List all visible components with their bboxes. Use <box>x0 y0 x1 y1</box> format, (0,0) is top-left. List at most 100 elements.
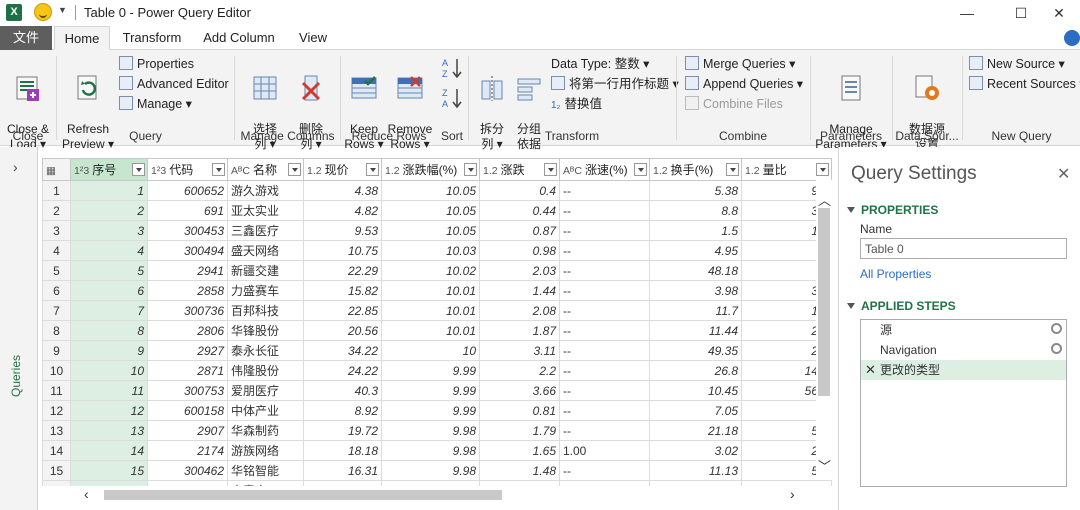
replace-values-button[interactable]: 1₂ 替换值 <box>551 95 602 115</box>
horizontal-scroll-thumb[interactable] <box>104 490 502 500</box>
table-cell[interactable]: 8 <box>70 320 148 341</box>
table-cell[interactable]: 0.98 <box>479 240 560 261</box>
column-filter-dropdown-icon[interactable] <box>288 163 301 176</box>
column-type-icon[interactable]: 1²3 <box>74 165 89 177</box>
column-type-icon[interactable]: 1²3 <box>151 165 166 177</box>
table-cell[interactable]: 中体产业 <box>227 400 304 421</box>
table-cell[interactable]: 2941 <box>147 260 228 281</box>
table-cell[interactable]: 10.45 <box>649 380 742 401</box>
table-cell[interactable]: 亚太实业 <box>227 200 304 221</box>
table-menu-icon[interactable]: ▦ <box>42 158 71 181</box>
column-type-icon[interactable]: 1.2 <box>307 165 322 177</box>
table-cell[interactable]: 2858 <box>147 280 228 301</box>
table-row[interactable]: 11600652游久游戏4.3810.050.4--5.389.5 <box>42 180 832 201</box>
table-cell[interactable]: 2927 <box>147 340 228 361</box>
table-cell[interactable]: 8.92 <box>303 400 382 421</box>
table-cell[interactable]: 2.2 <box>479 360 560 381</box>
column-header[interactable]: 1.2 换手(%) <box>649 158 742 181</box>
vertical-scroll-thumb[interactable] <box>818 208 830 396</box>
table-cell[interactable]: 10.01 <box>381 280 480 301</box>
table-cell[interactable]: 3.02 <box>649 440 742 461</box>
table-cell[interactable]: 三鑫医疗 <box>227 220 304 241</box>
minimize-button[interactable]: — <box>944 0 990 26</box>
column-header[interactable]: 1.2 涨跌 <box>479 158 560 181</box>
column-filter-dropdown-icon[interactable] <box>816 163 829 176</box>
table-cell[interactable]: 7 <box>70 300 148 321</box>
row-number[interactable]: 5 <box>42 260 71 281</box>
table-cell[interactable]: 3.11 <box>479 340 560 361</box>
column-filter-dropdown-icon[interactable] <box>544 163 557 176</box>
table-cell[interactable]: -- <box>559 200 650 221</box>
properties-section-header[interactable]: PROPERTIES <box>847 203 938 217</box>
table-cell[interactable]: 1.48 <box>479 460 560 481</box>
table-cell[interactable]: -- <box>559 280 650 301</box>
table-cell[interactable]: 10 <box>70 360 148 381</box>
table-cell[interactable]: 伟隆股份 <box>227 360 304 381</box>
table-cell[interactable]: 15 <box>70 460 148 481</box>
table-cell[interactable]: 2907 <box>147 420 228 441</box>
table-cell[interactable]: 24.22 <box>303 360 382 381</box>
help-icon[interactable] <box>1064 30 1080 46</box>
scroll-up-icon[interactable]: ︿ <box>818 190 831 209</box>
row-number[interactable]: 13 <box>42 420 71 441</box>
table-cell[interactable]: 19.72 <box>303 420 382 441</box>
table-cell[interactable]: 1.00 <box>559 440 650 461</box>
merge-queries-button[interactable]: Merge Queries ▾ <box>685 55 795 73</box>
queries-pane-label[interactable]: Queries <box>9 355 23 397</box>
data-type-dropdown[interactable]: Data Type: 整数 ▾ <box>551 55 649 73</box>
table-cell[interactable]: 2.03 <box>479 260 560 281</box>
table-cell[interactable]: 华森制药 <box>227 420 304 441</box>
table-cell[interactable]: 300453 <box>147 220 228 241</box>
row-number[interactable]: 11 <box>42 380 71 401</box>
table-cell[interactable]: 5 <box>70 260 148 281</box>
column-type-icon[interactable]: 1.2 <box>745 165 760 177</box>
table-cell[interactable]: 14 <box>70 440 148 461</box>
table-row[interactable]: 662858力盛赛车15.8210.011.44--3.983.8 <box>42 280 832 301</box>
table-cell[interactable]: 力盛赛车 <box>227 280 304 301</box>
table-cell[interactable]: 百邦科技 <box>227 300 304 321</box>
table-cell[interactable]: 18.18 <box>303 440 382 461</box>
table-cell[interactable]: 10.05 <box>381 180 480 201</box>
table-cell[interactable]: 22.29 <box>303 260 382 281</box>
table-row[interactable]: 33300453三鑫医疗9.5310.050.87--1.51.5 <box>42 220 832 241</box>
table-row[interactable]: 1111300753爱朋医疗40.39.993.66--10.4556.8 <box>42 380 832 401</box>
table-cell[interactable]: 9.53 <box>303 220 382 241</box>
query-name-input[interactable] <box>860 238 1067 259</box>
table-cell[interactable]: 11 <box>70 380 148 401</box>
step-item-changed-type[interactable]: ✕ 更改的类型 <box>861 360 1066 380</box>
row-number[interactable]: 15 <box>42 460 71 481</box>
row-number[interactable]: 1 <box>42 180 71 201</box>
step-item-source[interactable]: 源 <box>861 320 1066 340</box>
table-cell[interactable]: 10.75 <box>303 240 382 261</box>
table-row[interactable]: 14142174游族网络18.189.981.651.003.022.0 <box>42 440 832 461</box>
table-row[interactable]: 44300494盛天网络10.7510.030.98--4.952. <box>42 240 832 261</box>
table-cell[interactable]: 48.18 <box>649 260 742 281</box>
applied-steps-section-header[interactable]: APPLIED STEPS <box>847 299 956 313</box>
manage-query-button[interactable]: Manage ▾ <box>119 95 192 113</box>
gear-icon[interactable] <box>1051 323 1062 334</box>
row-number[interactable]: 2 <box>42 200 71 221</box>
column-type-icon[interactable]: 1.2 <box>483 165 498 177</box>
table-cell[interactable]: 10.05 <box>381 200 480 221</box>
smiley-feedback-icon[interactable] <box>34 3 52 21</box>
tab-add-column[interactable]: Add Column <box>196 26 282 50</box>
scroll-right-icon[interactable]: › <box>790 486 795 502</box>
table-cell[interactable]: 10.01 <box>381 320 480 341</box>
table-row[interactable]: 992927泰永长征34.22103.11--49.352.3 <box>42 340 832 361</box>
table-cell[interactable]: 华锋股份 <box>227 320 304 341</box>
table-cell[interactable]: 1.79 <box>479 420 560 441</box>
table-cell[interactable]: 10 <box>381 340 480 361</box>
column-header[interactable]: 1.2 量比 <box>741 158 832 181</box>
table-row[interactable]: 1515300462华铭智能16.319.981.48--11.135.2 <box>42 460 832 481</box>
column-filter-dropdown-icon[interactable] <box>634 163 647 176</box>
table-cell[interactable]: -- <box>559 300 650 321</box>
column-header[interactable]: 1²3 代码 <box>147 158 228 181</box>
scroll-down-icon[interactable]: ﹀ <box>818 456 831 475</box>
table-cell[interactable]: 1.87 <box>479 320 560 341</box>
recent-sources-button[interactable]: Recent Sources ▾ <box>969 75 1080 93</box>
table-cell[interactable]: 游族网络 <box>227 440 304 461</box>
table-cell[interactable]: 9.99 <box>381 400 480 421</box>
row-number[interactable]: 14 <box>42 440 71 461</box>
table-cell[interactable]: 1.44 <box>479 280 560 301</box>
scroll-left-icon[interactable]: ‹ <box>84 486 89 502</box>
